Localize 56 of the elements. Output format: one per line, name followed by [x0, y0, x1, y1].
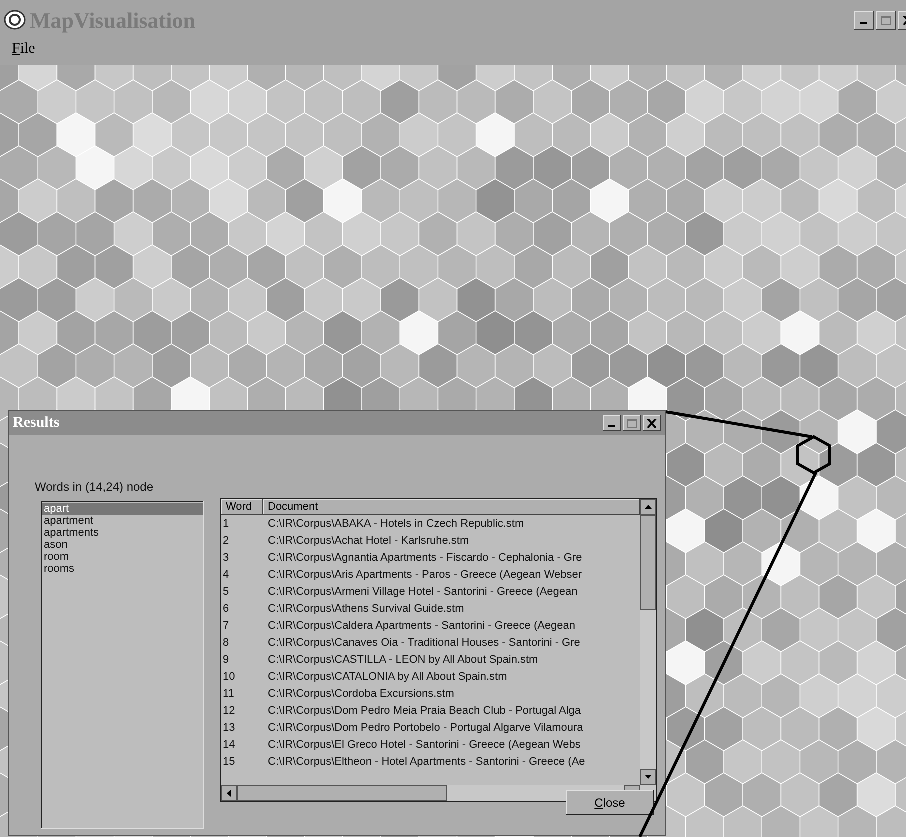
up-arrow-icon [644, 505, 652, 509]
table-cell-text: 10 [222, 670, 236, 686]
node-label: Words in (14,24) node [35, 479, 154, 496]
maximize-icon [627, 418, 637, 428]
maximize-icon [881, 16, 891, 24]
table-cell-text: C:\IR\Corpus\Aris Apartments - Paros - Greece (Aegean Webser [267, 568, 582, 584]
table-cell-text: 13 [222, 721, 236, 736]
table-cell-text: C:\IR\Corpus\Caldera Apartments - Santorini - Greece (Aegean [267, 619, 576, 634]
word-list-item[interactable]: apartment [42, 515, 203, 527]
table-cell-text: C:\IR\Corpus\Dom Pedro Meia Praia Beach Club - Portugal Alga [267, 704, 582, 720]
table-cell-text: 8 [222, 636, 230, 652]
table-cell-text: 9 [222, 653, 230, 668]
left-arrow-icon [227, 790, 231, 796]
word-list-item[interactable]: ason [42, 539, 203, 551]
table-cell-text: C:\IR\Corpus\El Greco Hotel - Santorini - Greece (Aegean Webs [267, 738, 581, 754]
table-cell-text: C:\IR\Corpus\CATALONIA by All About Spain.stm [267, 670, 508, 686]
vertical-scrollbar[interactable] [640, 499, 656, 801]
word-list-item[interactable]: apart [42, 503, 203, 515]
maximize-button[interactable] [623, 415, 641, 431]
down-arrow-icon [644, 775, 652, 779]
table-cell-text: 11 [222, 687, 236, 702]
table-cell-text: C:\IR\Corpus\Canaves Oia - Traditional Houses - Santorini - Gre [267, 636, 580, 652]
table-cell-text: 2 [222, 534, 230, 550]
table-cell-text: 3 [222, 551, 230, 566]
table-cell-text: 5 [222, 585, 230, 600]
selected-node-outline [796, 435, 832, 475]
column-header[interactable]: Document [263, 499, 640, 515]
table-cell-text: 15 [222, 755, 236, 770]
word-list-item[interactable]: room [42, 551, 203, 563]
close-button[interactable] [643, 415, 661, 431]
app-logo-icon [4, 10, 26, 30]
table-cell-text: C:\IR\Corpus\Dom Pedro Portobelo - Portugal Algarve Vilamoura [267, 721, 584, 736]
close-icon [647, 418, 657, 428]
table-cell-text: C:\IR\Corpus\Agnantia Apartments - Fiscardo - Cephalonia - Gre [267, 551, 582, 566]
table-cell-text: C:\IR\Corpus\CASTILLA - LEON by All About Spain.stm [267, 653, 538, 668]
table-cell-text: 12 [222, 704, 236, 720]
table-cell-text: C:\IR\Corpus\Athens Survival Guide.stm [267, 602, 464, 618]
dialog-title: Results [13, 414, 60, 433]
table-cell-text: C:\IR\Corpus\Achat Hotel - Karlsruhe.stm [267, 534, 470, 550]
word-list-item[interactable]: apartments [42, 527, 203, 539]
table-cell-text: 6 [222, 602, 230, 618]
table-cell-text: 4 [222, 568, 230, 584]
menu-item[interactable]: File [12, 40, 36, 58]
table-cell-text: 1 [222, 517, 230, 532]
table-cell-text: C:\IR\Corpus\Armeni Village Hotel - Santorini - Greece (Aegean [267, 585, 578, 600]
table-cell-text: 7 [222, 619, 230, 634]
table-cell-text: C:\IR\Corpus\ABAKA - Hotels in Czech Republic.stm [267, 517, 524, 532]
minimize-button[interactable] [603, 415, 621, 431]
maximize-button[interactable] [876, 10, 896, 30]
table-cell-text: 14 [222, 738, 236, 754]
column-header[interactable]: Word [221, 499, 263, 515]
word-list-item[interactable]: rooms [42, 563, 203, 575]
table-cell-text: C:\IR\Corpus\Eltheon - Hotel Apartments - Santorini - Greece (Ae [267, 755, 586, 770]
table-cell-text: C:\IR\Corpus\Cordoba Excursions.stm [267, 687, 454, 702]
minimize-button[interactable] [854, 10, 874, 30]
close-dialog-button[interactable]: Close [566, 790, 654, 815]
